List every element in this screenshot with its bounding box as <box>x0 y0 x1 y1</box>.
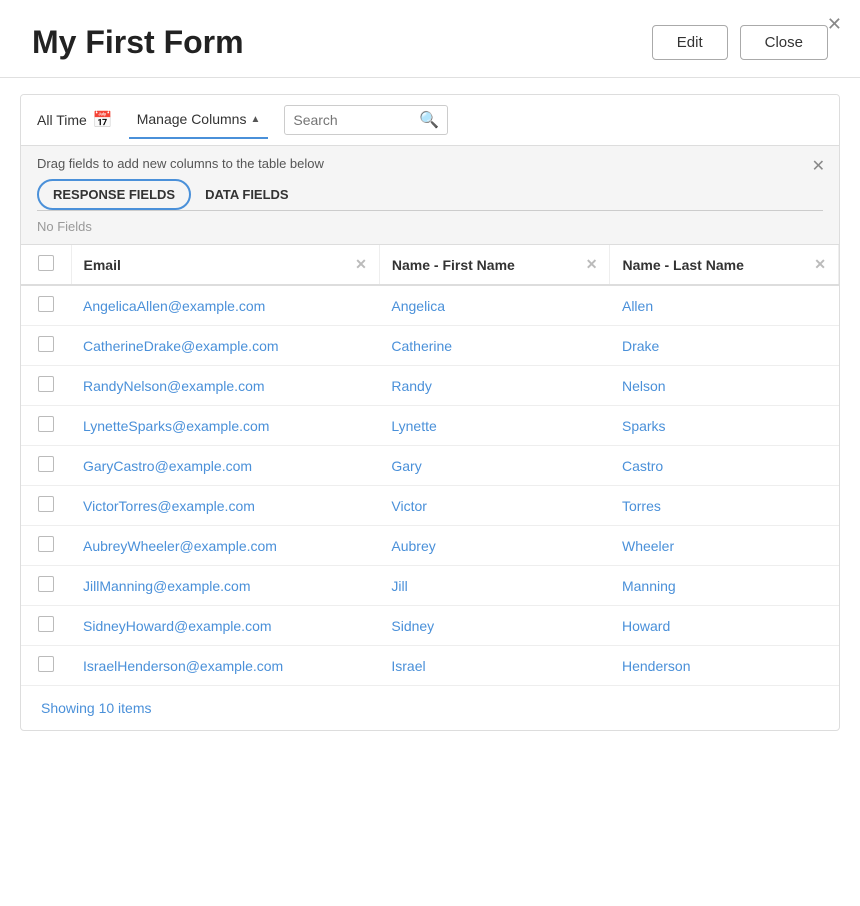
table-footer: Showing 10 items <box>21 686 839 730</box>
table-row: JillManning@example.comJillManning <box>21 566 839 606</box>
row-checkbox-cell <box>21 326 71 366</box>
first-name-column-header: Name - First Name ✕ <box>379 245 610 285</box>
manage-columns-button[interactable]: Manage Columns ▲ <box>137 111 261 129</box>
last-name-column-header: Name - Last Name ✕ <box>610 245 839 285</box>
search-input[interactable] <box>293 112 413 128</box>
row-checkbox-cell <box>21 446 71 486</box>
window-close-button[interactable]: ✕ <box>827 14 842 35</box>
table-row: CatherineDrake@example.comCatherineDrake <box>21 326 839 366</box>
first-name-cell[interactable]: Gary <box>379 446 610 486</box>
row-checkbox[interactable] <box>38 576 54 592</box>
table-row: RandyNelson@example.comRandyNelson <box>21 366 839 406</box>
drag-fields-panel: Drag fields to add new columns to the ta… <box>21 146 839 245</box>
first-name-cell[interactable]: Victor <box>379 486 610 526</box>
first-name-cell[interactable]: Catherine <box>379 326 610 366</box>
row-checkbox-cell <box>21 526 71 566</box>
table-row: LynetteSparks@example.comLynetteSparks <box>21 406 839 446</box>
first-name-cell[interactable]: Lynette <box>379 406 610 446</box>
first-name-cell[interactable]: Sidney <box>379 606 610 646</box>
table-row: AubreyWheeler@example.comAubreyWheeler <box>21 526 839 566</box>
tab-data-fields[interactable]: DATA FIELDS <box>191 179 303 210</box>
first-name-cell[interactable]: Israel <box>379 646 610 686</box>
row-checkbox-cell <box>21 646 71 686</box>
row-checkbox[interactable] <box>38 416 54 432</box>
email-cell[interactable]: JillManning@example.com <box>71 566 379 606</box>
edit-button[interactable]: Edit <box>652 25 728 60</box>
table-row: GaryCastro@example.comGaryCastro <box>21 446 839 486</box>
row-checkbox[interactable] <box>38 536 54 552</box>
row-checkbox-cell <box>21 606 71 646</box>
tab-response-fields[interactable]: RESPONSE FIELDS <box>37 179 191 210</box>
search-box: 🔍 <box>284 105 448 135</box>
row-checkbox[interactable] <box>38 296 54 312</box>
email-column-label: Email <box>84 257 121 273</box>
top-buttons: Edit Close <box>652 25 828 60</box>
email-cell[interactable]: SidneyHoward@example.com <box>71 606 379 646</box>
row-checkbox-cell <box>21 566 71 606</box>
last-name-cell[interactable]: Drake <box>610 326 839 366</box>
email-cell[interactable]: AngelicaAllen@example.com <box>71 285 379 326</box>
email-cell[interactable]: LynetteSparks@example.com <box>71 406 379 446</box>
calendar-icon: 📅 <box>93 110 113 130</box>
drag-panel-close-button[interactable]: ✕ <box>812 156 825 176</box>
first-name-cell[interactable]: Randy <box>379 366 610 406</box>
drag-instruction: Drag fields to add new columns to the ta… <box>37 156 823 171</box>
first-name-cell[interactable]: Angelica <box>379 285 610 326</box>
first-name-cell[interactable]: Jill <box>379 566 610 606</box>
first-name-column-label: Name - First Name <box>392 257 515 273</box>
email-column-header: Email ✕ <box>71 245 379 285</box>
field-tabs: RESPONSE FIELDS DATA FIELDS <box>37 179 823 211</box>
remove-email-column-button[interactable]: ✕ <box>355 256 367 273</box>
last-name-column-label: Name - Last Name <box>622 257 743 273</box>
all-time-button[interactable]: All Time 📅 <box>37 110 113 130</box>
row-checkbox[interactable] <box>38 376 54 392</box>
manage-columns-label: Manage Columns <box>137 111 247 127</box>
last-name-cell[interactable]: Howard <box>610 606 839 646</box>
table-row: AngelicaAllen@example.comAngelicaAllen <box>21 285 839 326</box>
row-checkbox-cell <box>21 486 71 526</box>
search-icon: 🔍 <box>419 110 439 130</box>
table-header-row: Email ✕ Name - First Name ✕ Name - Last … <box>21 245 839 285</box>
last-name-cell[interactable]: Nelson <box>610 366 839 406</box>
row-checkbox[interactable] <box>38 456 54 472</box>
close-button[interactable]: Close <box>740 25 828 60</box>
row-checkbox[interactable] <box>38 616 54 632</box>
row-checkbox-cell <box>21 366 71 406</box>
row-checkbox-cell <box>21 406 71 446</box>
last-name-cell[interactable]: Wheeler <box>610 526 839 566</box>
remove-first-name-column-button[interactable]: ✕ <box>586 256 598 273</box>
remove-last-name-column-button[interactable]: ✕ <box>814 256 826 273</box>
row-checkbox[interactable] <box>38 656 54 672</box>
email-cell[interactable]: GaryCastro@example.com <box>71 446 379 486</box>
row-checkbox-cell <box>21 285 71 326</box>
email-cell[interactable]: VictorTorres@example.com <box>71 486 379 526</box>
last-name-cell[interactable]: Castro <box>610 446 839 486</box>
all-time-label: All Time <box>37 112 87 128</box>
data-table: Email ✕ Name - First Name ✕ Name - Last … <box>21 245 839 686</box>
table-row: IsraelHenderson@example.comIsraelHenders… <box>21 646 839 686</box>
toolbar: All Time 📅 Manage Columns ▲ 🔍 <box>21 95 839 146</box>
arrow-up-icon: ▲ <box>250 114 260 125</box>
select-all-header <box>21 245 71 285</box>
showing-items-text: Showing 10 items <box>41 700 152 716</box>
last-name-cell[interactable]: Henderson <box>610 646 839 686</box>
email-cell[interactable]: IsraelHenderson@example.com <box>71 646 379 686</box>
last-name-cell[interactable]: Manning <box>610 566 839 606</box>
email-cell[interactable]: RandyNelson@example.com <box>71 366 379 406</box>
last-name-cell[interactable]: Allen <box>610 285 839 326</box>
select-all-checkbox[interactable] <box>38 255 54 271</box>
row-checkbox[interactable] <box>38 496 54 512</box>
no-fields-text: No Fields <box>37 211 823 240</box>
table-row: VictorTorres@example.comVictorTorres <box>21 486 839 526</box>
first-name-cell[interactable]: Aubrey <box>379 526 610 566</box>
row-checkbox[interactable] <box>38 336 54 352</box>
last-name-cell[interactable]: Sparks <box>610 406 839 446</box>
table-row: SidneyHoward@example.comSidneyHoward <box>21 606 839 646</box>
last-name-cell[interactable]: Torres <box>610 486 839 526</box>
main-content: All Time 📅 Manage Columns ▲ 🔍 Drag field… <box>20 94 840 731</box>
top-bar: My First Form Edit Close <box>0 0 860 78</box>
email-cell[interactable]: AubreyWheeler@example.com <box>71 526 379 566</box>
email-cell[interactable]: CatherineDrake@example.com <box>71 326 379 366</box>
page-title: My First Form <box>32 24 244 61</box>
